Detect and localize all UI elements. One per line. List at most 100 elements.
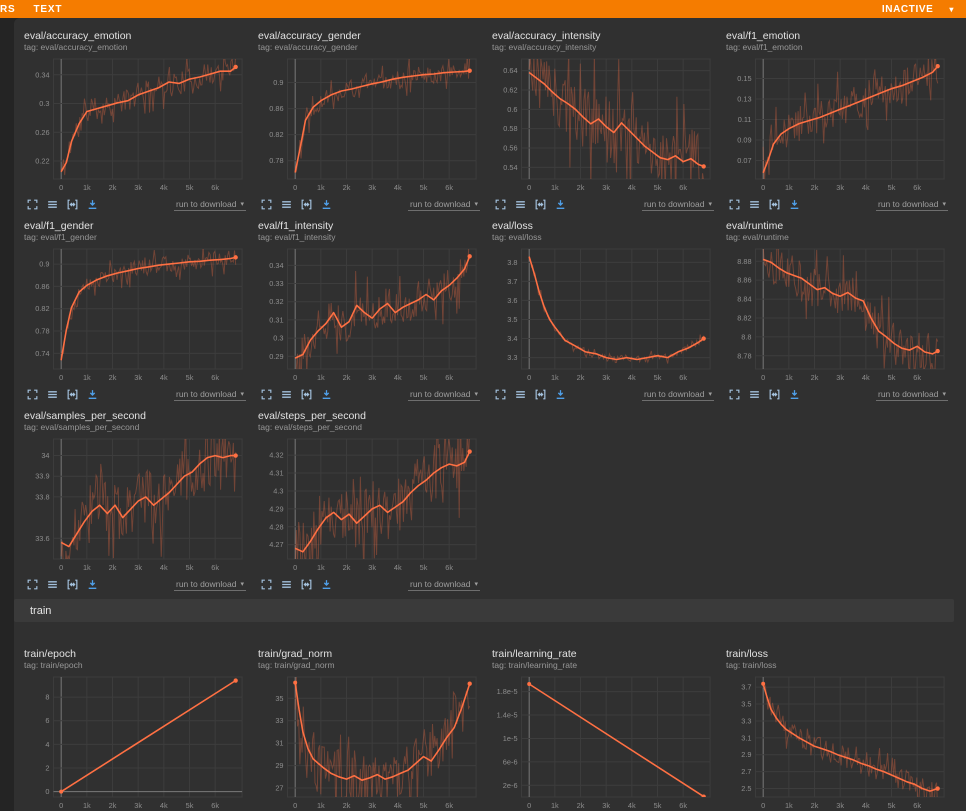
chart-card: train/learning_rate tag: train/learning_… (490, 646, 718, 811)
line-chart[interactable]: 01k2k3k4k5k6k0.220.260.30.34 (24, 54, 248, 194)
svg-text:0.62: 0.62 (503, 85, 517, 94)
fullscreen-icon[interactable] (26, 578, 39, 591)
svg-text:0.78: 0.78 (269, 156, 283, 165)
lines-icon[interactable] (748, 198, 761, 211)
fit-data-icon[interactable] (66, 388, 79, 401)
line-chart[interactable]: 01k2k3k4k5k6k2729313335 (258, 672, 482, 811)
chart-title: train/loss (726, 648, 950, 660)
fullscreen-icon[interactable] (494, 388, 507, 401)
lines-icon[interactable] (748, 388, 761, 401)
fit-data-icon[interactable] (534, 198, 547, 211)
chart-title: eval/runtime (726, 220, 950, 232)
download-icon[interactable] (86, 578, 99, 591)
run-to-download-select[interactable]: run to download ▾ (408, 389, 480, 401)
lines-icon[interactable] (46, 578, 59, 591)
download-icon[interactable] (554, 198, 567, 211)
chart-tag: tag: eval/loss (492, 233, 716, 242)
line-chart[interactable]: 01k2k3k4k5k6k0.780.820.860.9 (258, 54, 482, 194)
fullscreen-icon[interactable] (26, 388, 39, 401)
lines-icon[interactable] (280, 388, 293, 401)
chart-card: eval/accuracy_gender tag: eval/accuracy_… (256, 28, 484, 213)
chart-tag: tag: eval/f1_intensity (258, 233, 482, 242)
lines-icon[interactable] (46, 198, 59, 211)
svg-text:1e-5: 1e-5 (503, 734, 518, 743)
svg-text:1k: 1k (551, 373, 559, 382)
lines-icon[interactable] (46, 388, 59, 401)
fit-data-icon[interactable] (300, 578, 313, 591)
line-chart[interactable]: 01k2k3k4k5k6k0.290.30.310.320.330.34 (258, 244, 482, 384)
run-status-dropdown[interactable]: INACTIVE ▾ (882, 4, 954, 15)
run-to-download-select[interactable]: run to download ▾ (642, 199, 714, 211)
run-to-download-select[interactable]: run to download ▾ (642, 389, 714, 401)
lines-icon[interactable] (280, 198, 293, 211)
fullscreen-icon[interactable] (260, 198, 273, 211)
lines-icon[interactable] (280, 578, 293, 591)
svg-text:3k: 3k (836, 183, 844, 192)
line-chart[interactable]: 01k2k3k4k5k6k2e-66e-61e-51.4e-51.8e-5 (492, 672, 716, 811)
line-chart[interactable]: 01k2k3k4k5k6k8.788.88.828.848.868.88 (726, 244, 950, 384)
tab-scalars-partial[interactable]: RS (0, 4, 16, 15)
svg-text:5k: 5k (186, 801, 194, 810)
line-chart[interactable]: 01k2k3k4k5k6k0.740.780.820.860.9 (24, 244, 248, 384)
tab-text[interactable]: TEXT (34, 4, 63, 15)
fit-data-icon[interactable] (534, 388, 547, 401)
svg-text:0.3: 0.3 (39, 99, 49, 108)
line-chart[interactable]: 01k2k3k4k5k6k0.070.090.110.130.15 (726, 54, 950, 194)
run-to-download-select[interactable]: run to download ▾ (174, 389, 246, 401)
download-icon[interactable] (788, 198, 801, 211)
fullscreen-icon[interactable] (260, 578, 273, 591)
download-icon[interactable] (86, 198, 99, 211)
lines-icon[interactable] (514, 198, 527, 211)
download-icon[interactable] (86, 388, 99, 401)
run-to-download-select[interactable]: run to download ▾ (408, 579, 480, 591)
run-to-download-select[interactable]: run to download ▾ (174, 199, 246, 211)
fit-data-icon[interactable] (300, 198, 313, 211)
svg-text:29: 29 (275, 761, 283, 770)
fit-data-icon[interactable] (300, 388, 313, 401)
svg-text:2k: 2k (811, 801, 819, 810)
fullscreen-icon[interactable] (26, 198, 39, 211)
svg-text:4k: 4k (394, 801, 402, 810)
download-icon[interactable] (788, 388, 801, 401)
line-chart[interactable]: 01k2k3k4k5k6k3.33.43.53.63.73.8 (492, 244, 716, 384)
fullscreen-icon[interactable] (728, 388, 741, 401)
fit-data-icon[interactable] (768, 388, 781, 401)
svg-text:8.82: 8.82 (737, 313, 751, 322)
svg-text:0.33: 0.33 (269, 279, 283, 288)
svg-text:2e-6: 2e-6 (503, 781, 518, 790)
chart-toolbar: run to download ▾ (492, 384, 716, 403)
section-header-train[interactable]: train (14, 599, 954, 622)
fullscreen-icon[interactable] (728, 198, 741, 211)
run-to-download-label: run to download (176, 199, 237, 209)
line-chart[interactable]: 01k2k3k4k5k6k4.274.284.294.34.314.32 (258, 434, 482, 574)
line-chart[interactable]: 01k2k3k4k5k6k33.633.833.934 (24, 434, 248, 574)
chart-title: eval/loss (492, 220, 716, 232)
download-icon[interactable] (320, 198, 333, 211)
fullscreen-icon[interactable] (260, 388, 273, 401)
download-icon[interactable] (320, 388, 333, 401)
line-chart[interactable]: 01k2k3k4k5k6k02468 (24, 672, 248, 811)
lines-icon[interactable] (514, 388, 527, 401)
line-chart[interactable]: 01k2k3k4k5k6k2.52.72.93.13.33.53.7 (726, 672, 950, 811)
chart-tag: tag: eval/f1_gender (24, 233, 248, 242)
run-to-download-select[interactable]: run to download ▾ (876, 389, 948, 401)
fullscreen-icon[interactable] (494, 198, 507, 211)
svg-text:1k: 1k (83, 801, 91, 810)
svg-text:6k: 6k (679, 801, 687, 810)
chart-title: eval/accuracy_gender (258, 30, 482, 42)
fit-data-icon[interactable] (768, 198, 781, 211)
run-to-download-label: run to download (410, 579, 471, 589)
svg-text:6k: 6k (211, 563, 219, 572)
run-to-download-select[interactable]: run to download ▾ (876, 199, 948, 211)
fit-data-icon[interactable] (66, 578, 79, 591)
fit-data-icon[interactable] (66, 198, 79, 211)
line-chart[interactable]: 01k2k3k4k5k6k0.540.560.580.60.620.64 (492, 54, 716, 194)
download-icon[interactable] (554, 388, 567, 401)
download-icon[interactable] (320, 578, 333, 591)
run-to-download-select[interactable]: run to download ▾ (408, 199, 480, 211)
svg-text:4k: 4k (160, 801, 168, 810)
chart-toolbar: run to download ▾ (24, 384, 248, 403)
run-to-download-select[interactable]: run to download ▾ (174, 579, 246, 591)
chart-card: eval/accuracy_emotion tag: eval/accuracy… (22, 28, 250, 213)
svg-text:0.86: 0.86 (35, 282, 49, 291)
